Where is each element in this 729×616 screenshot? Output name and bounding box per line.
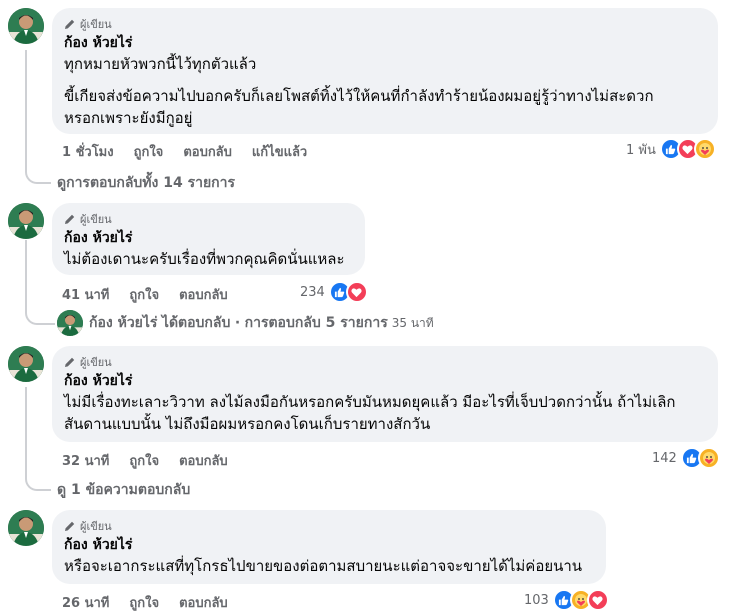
avatar[interactable] (8, 203, 44, 239)
reply-time: 35 นาที (391, 315, 434, 330)
comment-time[interactable]: 26 นาที (62, 592, 109, 613)
view-one-reply-link[interactable]: ดู 1 ข้อความตอบกลับ (57, 479, 190, 501)
comment-bubble: ผู้เขียน ก้อง ห้วยไร่ หรือจะเอากระแสที่ท… (52, 510, 606, 584)
avatar-image (8, 346, 44, 382)
avatar-image (8, 8, 44, 44)
comment-text: ขี้เกียจส่งข้อความไปบอกครับก็เลยโพสต์ทิ้… (64, 87, 654, 127)
comment-time[interactable]: 41 นาที (62, 284, 109, 305)
avatar-image (8, 203, 44, 239)
avatar[interactable] (8, 346, 44, 382)
pencil-icon (65, 521, 75, 531)
pencil-icon (65, 214, 75, 224)
reaction-count: 103 (524, 592, 549, 608)
like-button[interactable]: ถูกใจ (129, 592, 159, 613)
author-badge: ผู้เขียน (64, 211, 353, 227)
like-button[interactable]: ถูกใจ (129, 284, 159, 305)
reply-summary[interactable]: ก้อง ห้วยไร่ ได้ตอบกลับ · การตอบกลับ 5 ร… (57, 310, 434, 336)
reply-button[interactable]: ตอบกลับ (179, 450, 228, 471)
reaction-count: 1 พัน (626, 142, 656, 158)
comment-bubble: ผู้เขียน ก้อง ห้วยไร่ ไม่ต้องเดานะครับเร… (52, 203, 365, 275)
reaction-summary[interactable]: 103 (524, 589, 609, 611)
author-badge: ผู้เขียน (64, 16, 706, 32)
author-badge-label: ผู้เขียน (80, 520, 112, 533)
author-name[interactable]: ก้อง ห้วยไร่ (64, 535, 594, 555)
author-badge-label: ผู้เขียน (80, 356, 112, 369)
author-name[interactable]: ก้อง ห้วยไร่ (64, 33, 706, 53)
comment-text: หรือจะเอากระแสที่ทุโกรธไปขายของต่อตามสบา… (64, 557, 583, 575)
thread-line (25, 50, 27, 170)
care-icon (693, 138, 716, 160)
avatar-image (8, 510, 44, 546)
comment-bubble: ผู้เขียน ก้อง ห้วยไร่ ไม่มีเรื่องทะเลาะว… (52, 346, 718, 442)
author-badge-label: ผู้เขียน (80, 213, 112, 226)
edited-label: แก้ไขแล้ว (251, 145, 308, 160)
comment-actions: 41 นาที ถูกใจ ตอบกลับ (62, 284, 248, 305)
thread-connector (25, 308, 55, 325)
avatar[interactable] (8, 510, 44, 546)
author-badge: ผู้เขียน (64, 354, 706, 370)
separator-dot: · (234, 315, 241, 331)
thread-connector (25, 168, 51, 184)
comment-time[interactable]: 32 นาที (62, 450, 109, 471)
reaction-count: 142 (652, 450, 677, 466)
avatar-image (57, 310, 83, 336)
reaction-count: 234 (300, 284, 325, 300)
comment-time[interactable]: 1 ชั่วโมง (62, 141, 114, 162)
comment-actions: 26 นาที ถูกใจ ตอบกลับ (62, 592, 248, 613)
avatar[interactable] (8, 8, 44, 44)
thread-line (25, 240, 27, 310)
love-icon (586, 589, 609, 611)
reaction-summary[interactable]: 142 (652, 447, 720, 469)
pencil-icon (65, 357, 75, 367)
author-name[interactable]: ก้อง ห้วยไร่ (64, 371, 706, 391)
like-button[interactable]: ถูกใจ (134, 141, 164, 162)
pencil-icon (65, 19, 75, 29)
avatar (57, 310, 83, 336)
author-name[interactable]: ก้อง ห้วยไร่ (64, 228, 353, 248)
view-all-replies-link[interactable]: ดูการตอบกลับทั้ง 14 รายการ (57, 172, 235, 194)
reply-button[interactable]: ตอบกลับ (179, 592, 228, 613)
comment-text: ทุกหมายหัวพวกนี้ไว้ทุกตัวแล้ว (64, 55, 257, 73)
reply-action: ได้ตอบกลับ (161, 315, 231, 331)
reply-count: การตอบกลับ 5 รายการ (244, 315, 388, 331)
like-button[interactable]: ถูกใจ (129, 450, 159, 471)
thread-line (25, 387, 27, 477)
care-icon (697, 447, 720, 469)
reaction-summary[interactable]: 1 พัน (626, 138, 716, 160)
comment-text: ไม่ต้องเดานะครับเรื่องที่พวกคุณคิดนั่นแห… (64, 250, 345, 268)
reply-button[interactable]: ตอบกลับ (179, 284, 228, 305)
comment-actions: 32 นาที ถูกใจ ตอบกลับ (62, 450, 248, 471)
reply-author: ก้อง ห้วยไร่ (89, 315, 158, 331)
comment-bubble: ผู้เขียน ก้อง ห้วยไร่ ทุกหมายหัวพวกนี้ไว… (52, 8, 718, 134)
reaction-summary[interactable]: 234 (300, 281, 368, 303)
comment-actions: 1 ชั่วโมง ถูกใจ ตอบกลับ แก้ไขแล้ว (62, 141, 327, 162)
love-icon (345, 281, 368, 303)
thread-connector (25, 475, 51, 491)
reply-button[interactable]: ตอบกลับ (183, 141, 232, 162)
author-badge-label: ผู้เขียน (80, 18, 112, 31)
author-badge: ผู้เขียน (64, 518, 594, 534)
comment-text: ไม่มีเรื่องทะเลาะวิวาท ลงไม้ลงมือกันหรอก… (64, 393, 676, 433)
